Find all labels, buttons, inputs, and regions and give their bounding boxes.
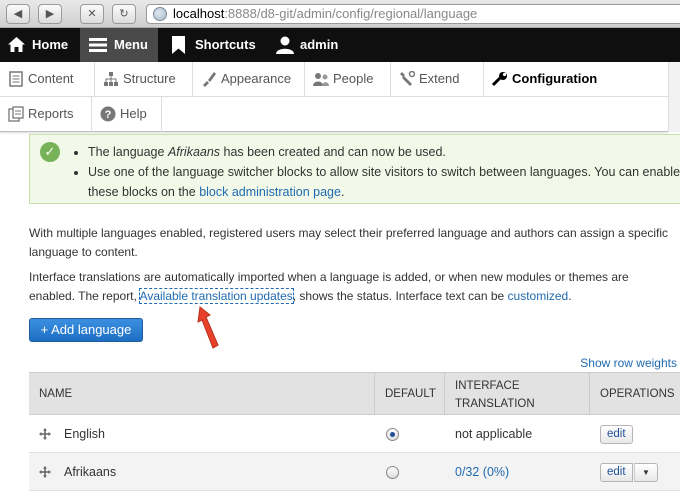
extend-icon [400, 71, 415, 86]
tray-row: Content Structure Appearance People Exte… [0, 62, 668, 97]
toolbar-shortcuts[interactable]: Shortcuts [162, 28, 262, 62]
reload-icon: ↻ [119, 8, 129, 20]
tray-item-people[interactable]: People [305, 62, 391, 97]
tray-item-label: Reports [28, 106, 74, 121]
language-name-cell: English [64, 427, 105, 441]
edit-button[interactable]: edit [600, 425, 633, 444]
tray-item-label: Configuration [512, 71, 598, 86]
language-name-cell: Afrikaans [64, 465, 117, 479]
appearance-icon [203, 72, 216, 87]
back-button[interactable]: ◀ [6, 4, 30, 24]
tray-item-extend[interactable]: Extend [391, 62, 484, 97]
content-icon [9, 71, 23, 87]
tray-item-label: Extend [419, 71, 460, 86]
people-icon [313, 73, 329, 86]
drag-handle-icon[interactable] [39, 466, 51, 478]
bookmark-icon [172, 36, 185, 54]
browser-chrome: ◀ ▶ ✕ ↻ localhost:8888/d8-git/admin/conf… [0, 0, 680, 28]
translation-status-link[interactable]: 0/32 (0%) [455, 453, 509, 491]
url-host: localhost [173, 6, 225, 21]
admin-tray: Content Structure Appearance People Exte… [0, 62, 668, 132]
toolbar-menu-label: Menu [114, 37, 148, 52]
tray-item-label: Appearance [221, 71, 292, 86]
tray-scrollbar[interactable] [668, 62, 680, 132]
translation-cell: not applicable [455, 427, 533, 441]
header-default: DEFAULT [375, 373, 445, 415]
tray-item-content[interactable]: Content [0, 62, 95, 97]
default-radio[interactable] [386, 466, 399, 479]
add-language-button[interactable]: + Add language [29, 318, 143, 342]
svg-text:?: ? [105, 109, 112, 121]
toolbar-menu[interactable]: Menu [80, 28, 158, 62]
forward-button[interactable]: ▶ [38, 4, 62, 24]
header-line: INTERFACE [455, 380, 520, 392]
status-text: has been created and can now be used. [220, 145, 446, 159]
default-radio[interactable] [386, 428, 399, 441]
admin-toolbar: Home Menu Shortcuts admin [0, 28, 680, 62]
globe-icon [153, 7, 167, 21]
drag-handle-icon[interactable] [39, 428, 51, 440]
toolbar-home[interactable]: Home [0, 28, 76, 62]
table-row: English not applicable edit [29, 415, 680, 453]
tray-item-configuration[interactable]: Configuration [484, 62, 668, 97]
toolbar-home-label: Home [32, 37, 69, 52]
reload-button[interactable]: ↻ [112, 4, 136, 24]
translation-updates-link[interactable]: Available translation updates [138, 288, 294, 304]
user-icon [276, 36, 294, 54]
tray-item-label: Content [28, 71, 74, 86]
tray-item-label: Help [120, 106, 147, 121]
header-line: TRANSLATION [455, 398, 535, 410]
block-admin-link[interactable]: block administration page [199, 185, 341, 199]
configuration-icon [492, 72, 507, 87]
structure-icon [104, 72, 118, 86]
operations-dropdown-toggle[interactable]: ▼ [634, 463, 658, 482]
forward-icon: ▶ [45, 8, 55, 20]
hamburger-icon [89, 38, 107, 52]
stop-button[interactable]: ✕ [80, 4, 104, 24]
caret-down-icon: ▼ [642, 468, 650, 477]
tray-row: Reports ? Help [0, 97, 668, 132]
edit-button[interactable]: edit [600, 463, 633, 482]
status-item: The language Afrikaans has been created … [88, 142, 680, 162]
home-icon [8, 37, 25, 52]
status-text: . [340, 185, 345, 199]
status-text: The language [88, 145, 168, 159]
toolbar-user[interactable]: admin [268, 28, 348, 62]
stop-icon: ✕ [87, 8, 97, 20]
tray-item-help[interactable]: ? Help [92, 97, 162, 132]
toolbar-user-label: admin [300, 37, 339, 52]
status-text: Use one of the language switcher blocks … [88, 165, 680, 199]
show-row-weights-link[interactable]: Show row weights [580, 356, 677, 370]
customized-link[interactable]: customized [508, 289, 569, 303]
status-message: ✓ The language Afrikaans has been create… [29, 134, 680, 204]
toolbar-shortcuts-label: Shortcuts [195, 37, 256, 52]
url-path: :8888/d8-git/admin/config/regional/langu… [224, 6, 478, 21]
header-operations: OPERATIONS [600, 388, 675, 400]
address-bar[interactable]: localhost:8888/d8-git/admin/config/regio… [146, 4, 680, 24]
header-interface-translation: INTERFACE TRANSLATION [445, 373, 590, 415]
help-icon: ? [100, 106, 116, 122]
tray-item-appearance[interactable]: Appearance [193, 62, 305, 97]
intro-paragraph: With multiple languages enabled, registe… [29, 226, 669, 259]
tray-item-label: People [333, 71, 374, 86]
header-name: NAME [29, 373, 375, 415]
table-header: NAME DEFAULT INTERFACE TRANSLATION OPERA… [29, 372, 680, 415]
table-row: Afrikaans 0/32 (0%) edit ▼ [29, 453, 680, 491]
check-icon: ✓ [40, 142, 60, 162]
language-name: Afrikaans [167, 145, 221, 159]
status-list: The language Afrikaans has been created … [74, 142, 680, 202]
status-item: Use one of the language switcher blocks … [88, 162, 680, 202]
annotation-arrow-icon [197, 306, 219, 349]
tray-item-structure[interactable]: Structure [95, 62, 193, 97]
translation-paragraph: Interface translations are automatically… [29, 268, 669, 306]
paragraph-text: . [568, 289, 572, 303]
paragraph-text: , shows the status. Interface text can b… [292, 289, 508, 303]
back-icon: ◀ [13, 8, 23, 20]
tray-item-reports[interactable]: Reports [0, 97, 92, 132]
reports-icon [8, 106, 24, 122]
tray-item-label: Structure [123, 71, 176, 86]
